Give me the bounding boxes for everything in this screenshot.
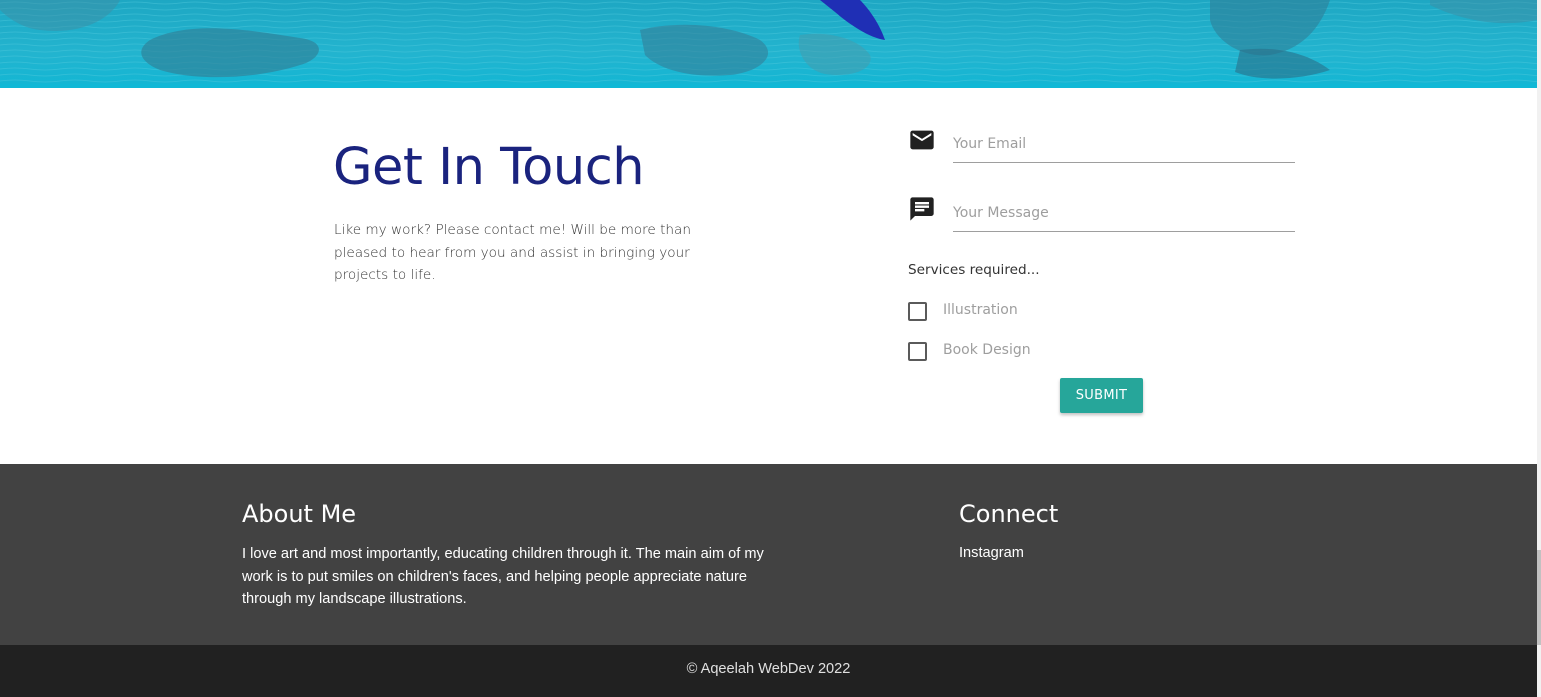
connect-title: Connect bbox=[959, 500, 1059, 528]
instagram-link[interactable]: Instagram bbox=[959, 545, 1024, 561]
about-title: About Me bbox=[242, 500, 357, 528]
checkbox-label: Book Design bbox=[943, 342, 1031, 358]
checkbox-label: Illustration bbox=[943, 302, 1018, 318]
message-icon bbox=[910, 197, 934, 221]
message-field[interactable] bbox=[953, 195, 1295, 232]
footer: About Me I love art and most importantly… bbox=[0, 464, 1537, 645]
message-field-group bbox=[908, 195, 1295, 235]
mail-icon bbox=[910, 130, 934, 150]
page: Get In Touch Like my work? Please contac… bbox=[0, 0, 1537, 697]
banner-illustration bbox=[0, 0, 1537, 88]
copyright-bar: © Aqeelah WebDev 2022 bbox=[0, 645, 1537, 697]
email-field[interactable] bbox=[953, 126, 1295, 163]
about-text: I love art and most importantly, educati… bbox=[242, 546, 764, 608]
copyright-text: © Aqeelah WebDev 2022 bbox=[686, 661, 851, 677]
services-label: Services required... bbox=[908, 262, 1040, 278]
contact-description: Like my work? Please contact me! Will be… bbox=[334, 222, 691, 284]
checkbox[interactable] bbox=[908, 342, 927, 361]
contact-title: Get In Touch bbox=[333, 138, 645, 197]
scrollbar[interactable] bbox=[1537, 0, 1541, 697]
submit-button[interactable]: SUBMIT bbox=[1060, 378, 1143, 413]
email-field-group bbox=[908, 126, 1295, 166]
scrollbar-thumb[interactable] bbox=[1537, 550, 1541, 645]
checkbox[interactable] bbox=[908, 302, 927, 321]
